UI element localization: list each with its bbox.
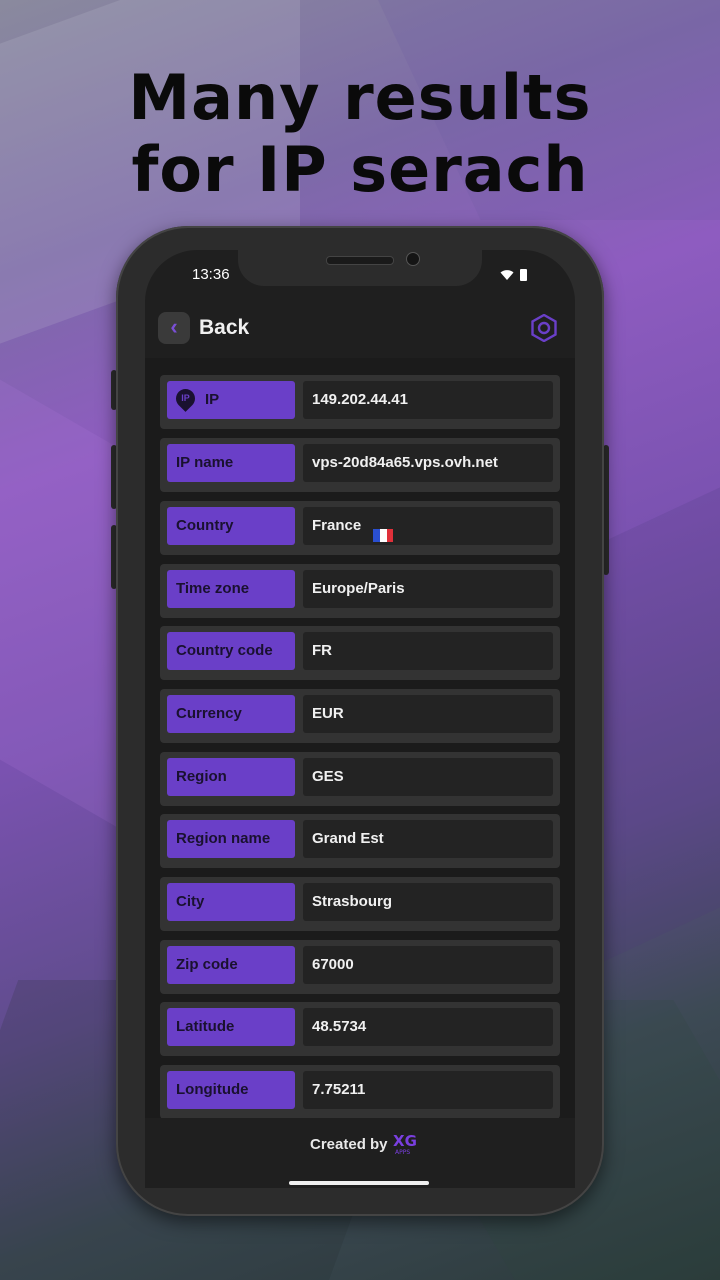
row-label: City [167, 883, 295, 921]
battery-icon [520, 269, 527, 282]
hexagon-settings-icon[interactable] [530, 314, 558, 342]
speaker-grille [326, 256, 394, 265]
row-label: Longitude [167, 1071, 295, 1109]
front-camera [406, 252, 420, 266]
row-value: GES [303, 758, 553, 796]
row-value: 48.5734 [303, 1008, 553, 1046]
promo-headline: Many results for IP serach [0, 62, 720, 206]
row-value: Strasbourg [303, 883, 553, 921]
footer-bar [145, 1118, 575, 1188]
back-button[interactable]: ‹ [158, 312, 190, 344]
row-label: Zip code [167, 946, 295, 984]
row-label: Region [167, 758, 295, 796]
result-row-longitude: Longitude 7.75211 [160, 1065, 560, 1119]
headline-line-1: Many results [128, 61, 592, 134]
result-row-zip-code: Zip code 67000 [160, 940, 560, 994]
row-value: 67000 [303, 946, 553, 984]
row-value: EUR [303, 695, 553, 733]
back-label[interactable]: Back [199, 316, 249, 340]
result-row-country-code: Country code FR [160, 626, 560, 680]
result-row-region: Region GES [160, 752, 560, 806]
row-label: Latitude [167, 1008, 295, 1046]
france-flag-icon [373, 519, 394, 542]
row-label: IP IP [167, 381, 295, 419]
row-label: Time zone [167, 570, 295, 608]
result-row-ip-name: IP name vps-20d84a65.vps.ovh.net [160, 438, 560, 492]
home-indicator[interactable] [289, 1181, 429, 1185]
row-value: Grand Est [303, 820, 553, 858]
row-label: Region name [167, 820, 295, 858]
logo-sub-text: APPS [395, 1149, 410, 1156]
result-row-currency: Currency EUR [160, 689, 560, 743]
row-value: France [303, 507, 553, 545]
row-label: Currency [167, 695, 295, 733]
headline-line-2: for IP serach [131, 133, 589, 206]
result-row-city: City Strasbourg [160, 877, 560, 931]
result-row-region-name: Region name Grand Est [160, 814, 560, 868]
created-by-label: Created by [310, 1136, 388, 1153]
row-value: FR [303, 632, 553, 670]
row-value: Europe/Paris [303, 570, 553, 608]
row-value: 7.75211 [303, 1071, 553, 1109]
row-value: 149.202.44.41 [303, 381, 553, 419]
result-row-country: Country France [160, 501, 560, 555]
status-icons [500, 266, 527, 282]
xg-apps-logo[interactable]: XG APPS [392, 1130, 416, 1156]
row-label: Country code [167, 632, 295, 670]
result-row-latitude: Latitude 48.5734 [160, 1002, 560, 1056]
row-label: IP name [167, 444, 295, 482]
status-time: 13:36 [192, 266, 230, 283]
result-row-ip: IP IP 149.202.44.41 [160, 375, 560, 429]
chevron-left-icon: ‹ [170, 314, 178, 339]
result-row-time-zone: Time zone Europe/Paris [160, 564, 560, 618]
row-value: vps-20d84a65.vps.ovh.net [303, 444, 553, 482]
row-label: Country [167, 507, 295, 545]
wifi-icon [500, 270, 514, 281]
logo-text: XG [393, 1132, 416, 1150]
location-pin-icon: IP [172, 384, 199, 412]
